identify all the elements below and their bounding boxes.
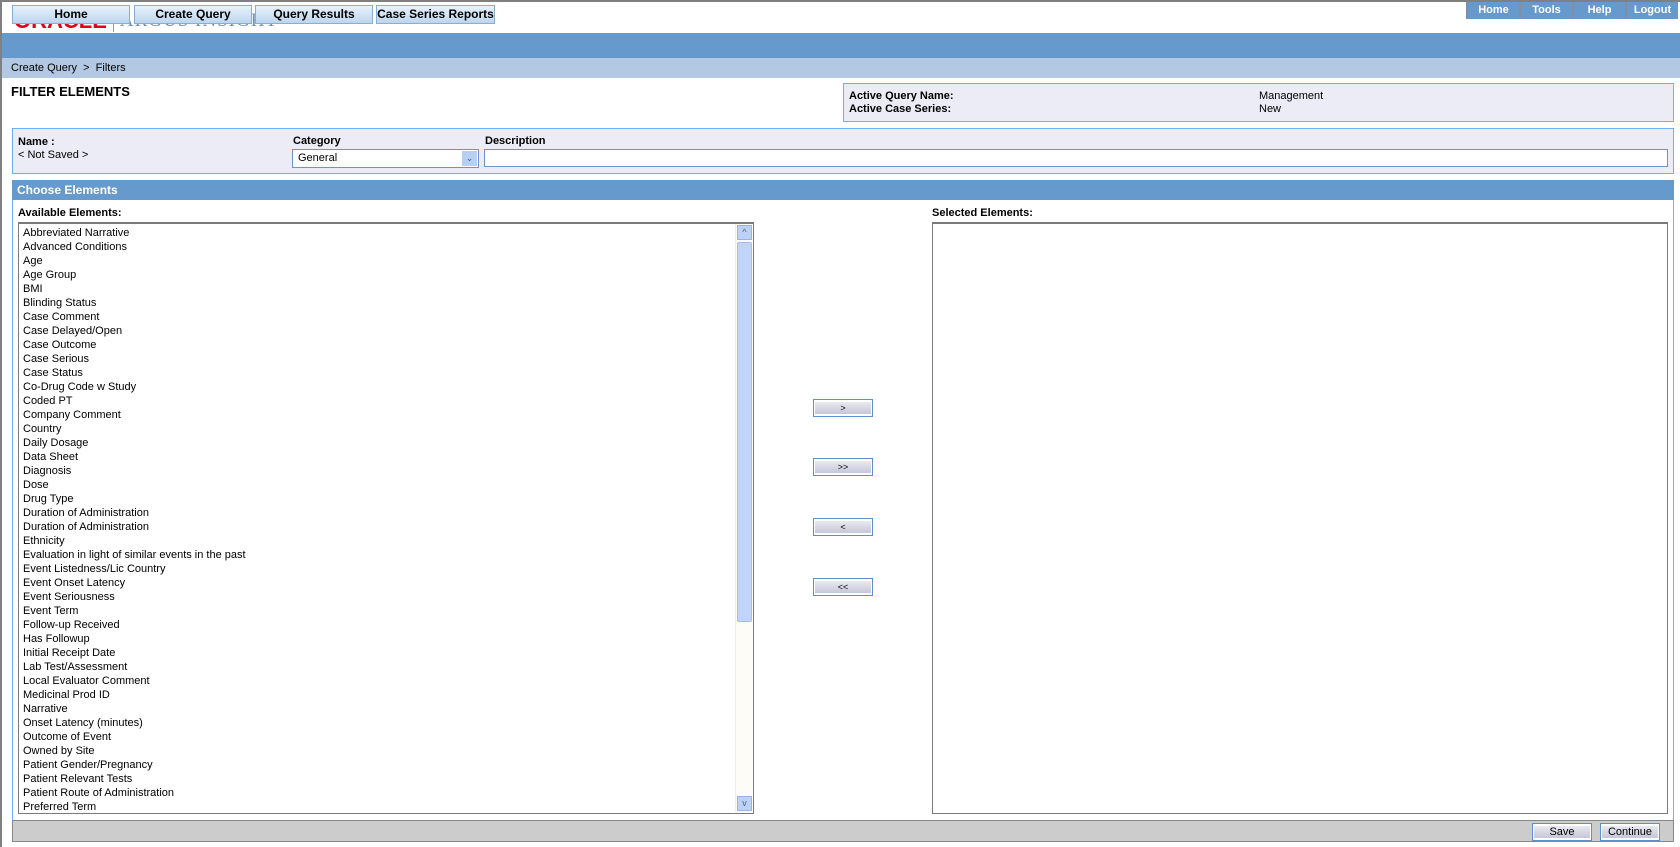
list-item[interactable]: Blinding Status — [23, 296, 753, 310]
nav-home[interactable]: Home — [12, 5, 130, 24]
list-item[interactable]: Drug Type — [23, 492, 753, 506]
footer-bar — [12, 820, 1674, 842]
list-item[interactable]: Initial Receipt Date — [23, 646, 753, 660]
list-item[interactable]: Medicinal Prod ID — [23, 688, 753, 702]
list-item[interactable]: Case Delayed/Open — [23, 324, 753, 338]
description-input[interactable] — [484, 149, 1668, 167]
active-query-panel: Active Query Name: Management Active Cas… — [843, 83, 1674, 122]
list-item[interactable]: Case Serious — [23, 352, 753, 366]
available-elements-list[interactable]: Abbreviated Narrative Advanced Conditions… — [18, 222, 754, 814]
list-item[interactable]: Onset Latency (minutes) — [23, 716, 753, 730]
list-item[interactable]: Abbreviated Narrative — [23, 226, 753, 240]
list-item[interactable]: Case Status — [23, 366, 753, 380]
list-item[interactable]: Age Group — [23, 268, 753, 282]
list-item[interactable]: Co-Drug Code w Study — [23, 380, 753, 394]
list-item[interactable]: Duration of Administration — [23, 506, 753, 520]
description-label: Description — [485, 135, 546, 147]
top-nav-logout[interactable]: Logout — [1625, 2, 1678, 19]
list-item[interactable]: Duration of Administration — [23, 520, 753, 534]
category-label: Category — [293, 135, 341, 147]
main-nav — [2, 33, 1680, 58]
nav-case-series-reports[interactable]: Case Series Reports — [376, 5, 495, 24]
remove-all-elements-button[interactable]: << — [813, 578, 873, 596]
category-select[interactable]: General ⌄ — [292, 149, 479, 168]
list-item[interactable]: Owned by Site — [23, 744, 753, 758]
scrollbar-thumb[interactable] — [737, 242, 752, 622]
name-label: Name : — [18, 136, 55, 148]
list-item[interactable]: Age — [23, 254, 753, 268]
list-item[interactable]: Patient Relevant Tests — [23, 772, 753, 786]
list-item[interactable]: Daily Dosage — [23, 436, 753, 450]
list-item[interactable]: Patient Route of Administration — [23, 786, 753, 800]
scroll-up-icon[interactable]: ^ — [737, 225, 752, 240]
list-item[interactable]: Lab Test/Assessment — [23, 660, 753, 674]
list-item[interactable]: Event Listedness/Lic Country — [23, 562, 753, 576]
list-item[interactable]: Follow-up Received — [23, 618, 753, 632]
save-button[interactable]: Save — [1532, 823, 1592, 841]
active-series-value: New — [1259, 103, 1282, 115]
top-nav-home[interactable]: Home — [1466, 2, 1519, 19]
list-item[interactable]: Patient Gender/Pregnancy — [23, 758, 753, 772]
list-item[interactable]: Case Comment — [23, 310, 753, 324]
list-scrollbar[interactable]: ^ v — [735, 224, 752, 812]
continue-button[interactable]: Continue — [1600, 823, 1660, 841]
list-item[interactable]: Outcome of Event — [23, 730, 753, 744]
remove-element-button[interactable]: < — [813, 518, 873, 536]
list-item[interactable]: Preferred Term — [23, 800, 753, 813]
active-series-label: Active Case Series: — [849, 103, 952, 115]
top-nav: Home Tools Help Logout — [1466, 2, 1678, 19]
category-value: General — [298, 152, 338, 164]
list-item[interactable]: Event Onset Latency — [23, 576, 753, 590]
chevron-down-icon[interactable]: ⌄ — [462, 151, 477, 166]
list-item[interactable]: Coded PT — [23, 394, 753, 408]
list-item[interactable]: Data Sheet — [23, 450, 753, 464]
list-item[interactable]: Diagnosis — [23, 464, 753, 478]
selected-elements-list[interactable] — [932, 222, 1668, 814]
nav-query-results[interactable]: Query Results — [255, 5, 373, 24]
list-item[interactable]: BMI — [23, 282, 753, 296]
name-value: < Not Saved > — [18, 149, 89, 161]
nav-create-query[interactable]: Create Query — [134, 5, 252, 24]
list-item[interactable]: Has Followup — [23, 632, 753, 646]
active-query-label: Active Query Name: — [849, 90, 954, 102]
list-item[interactable]: Evaluation in light of similar events in… — [23, 548, 753, 562]
list-item[interactable]: Ethnicity — [23, 534, 753, 548]
add-element-button[interactable]: > — [813, 399, 873, 417]
list-item[interactable]: Case Outcome — [23, 338, 753, 352]
list-item[interactable]: Narrative — [23, 702, 753, 716]
selected-elements-label: Selected Elements: — [932, 207, 1033, 219]
scroll-down-icon[interactable]: v — [737, 796, 752, 811]
choose-elements-header: Choose Elements — [12, 180, 1674, 200]
active-query-value: Management — [1259, 90, 1324, 102]
add-all-elements-button[interactable]: >> — [813, 458, 873, 476]
list-item[interactable]: Country — [23, 422, 753, 436]
list-item[interactable]: Event Seriousness — [23, 590, 753, 604]
list-item[interactable]: Local Evaluator Comment — [23, 674, 753, 688]
list-item[interactable]: Event Term — [23, 604, 753, 618]
top-nav-tools[interactable]: Tools — [1519, 2, 1572, 19]
page-title: FILTER ELEMENTS — [11, 84, 130, 99]
top-nav-help[interactable]: Help — [1572, 2, 1625, 19]
available-elements-label: Available Elements: — [18, 207, 122, 219]
list-item[interactable]: Company Comment — [23, 408, 753, 422]
breadcrumb: Create Query > Filters — [2, 58, 1680, 78]
list-item[interactable]: Dose — [23, 478, 753, 492]
list-item[interactable]: Advanced Conditions — [23, 240, 753, 254]
